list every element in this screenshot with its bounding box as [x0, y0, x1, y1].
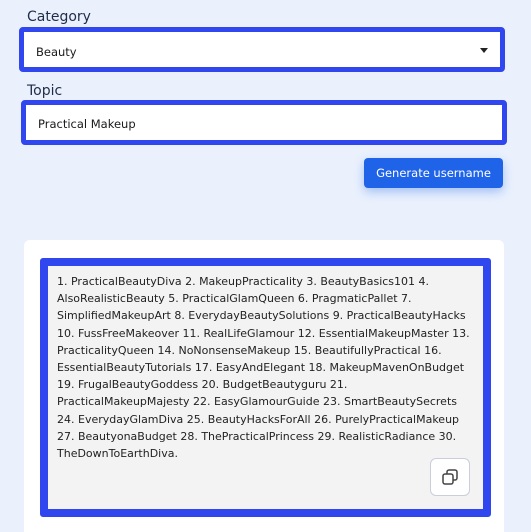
category-label: Category — [27, 9, 91, 25]
category-selected-value: Beauty — [36, 45, 77, 59]
generated-usernames-text: 1. PracticalBeautyDiva 2. MakeupPractica… — [57, 275, 470, 461]
generate-username-button[interactable]: Generate username — [364, 158, 503, 188]
copy-icon — [442, 469, 458, 485]
category-select[interactable]: Beauty — [19, 27, 505, 72]
copy-button[interactable] — [430, 458, 470, 496]
chevron-down-icon — [480, 48, 488, 53]
topic-input-value: Practical Makeup — [38, 117, 136, 131]
result-panel: 1. PracticalBeautyDiva 2. MakeupPractica… — [40, 258, 491, 517]
topic-label: Topic — [27, 83, 63, 99]
topic-input[interactable]: Practical Makeup — [21, 100, 507, 145]
